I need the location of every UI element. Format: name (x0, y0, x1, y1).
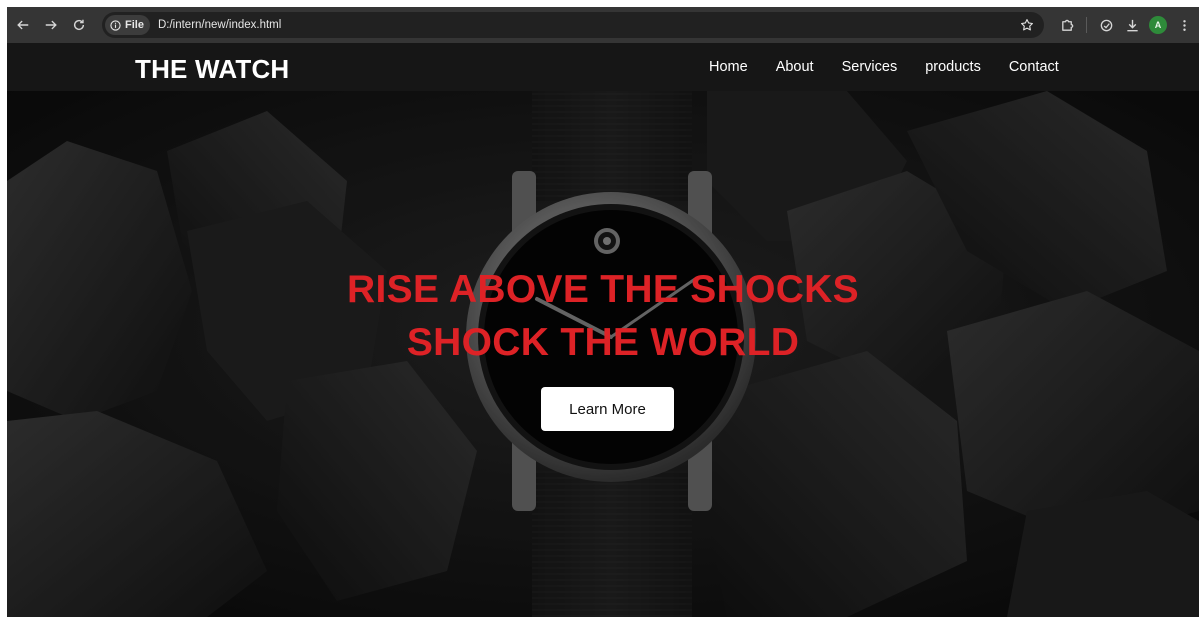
address-bar[interactable]: File D:/intern/new/index.html (102, 12, 1044, 38)
main-nav: Home About Services products Contact (709, 43, 1087, 91)
toolbar-divider (1086, 17, 1087, 33)
reload-button[interactable] (65, 11, 93, 39)
download-icon (1126, 19, 1138, 31)
nav-link-contact[interactable]: Contact (1009, 59, 1059, 75)
toolbar-actions: A (1054, 7, 1199, 43)
site-logo[interactable]: THE WATCH (135, 54, 289, 85)
hero-section: RISE ABOVE THE SHOCKS SHOCK THE WORLD Le… (7, 91, 1199, 617)
nav-link-services[interactable]: Services (842, 59, 898, 75)
reload-icon (73, 19, 85, 31)
sync-icon (1100, 19, 1112, 31)
arrow-right-icon (45, 20, 57, 30)
extensions-button[interactable] (1054, 12, 1080, 38)
learn-more-button[interactable]: Learn More (541, 387, 674, 431)
star-icon (1021, 19, 1033, 31)
browser-menu-button[interactable] (1171, 12, 1197, 38)
browser-toolbar: File D:/intern/new/index.html A (7, 7, 1199, 43)
arrow-left-icon (17, 20, 29, 30)
puzzle-icon (1061, 19, 1073, 31)
hero-headline-line1: RISE ABOVE THE SHOCKS (347, 268, 859, 311)
profile-avatar: A (1149, 16, 1167, 34)
nav-link-home[interactable]: Home (709, 59, 748, 75)
bookmark-star-button[interactable] (1018, 16, 1036, 34)
site-info-chip[interactable]: File (105, 15, 150, 35)
site-header: THE WATCH Home About Services products C… (7, 43, 1199, 91)
profile-button[interactable]: A (1145, 12, 1171, 38)
nav-link-products[interactable]: products (925, 59, 981, 75)
url-text: D:/intern/new/index.html (157, 19, 282, 31)
sync-button[interactable] (1093, 12, 1119, 38)
back-button[interactable] (9, 11, 37, 39)
nav-link-about[interactable]: About (776, 59, 814, 75)
browser-window: File D:/intern/new/index.html A THE WATC… (7, 7, 1199, 617)
info-icon (110, 19, 121, 31)
site-chip-label: File (125, 19, 144, 31)
kebab-menu-icon (1182, 19, 1186, 31)
downloads-button[interactable] (1119, 12, 1145, 38)
forward-button[interactable] (37, 11, 65, 39)
hero-headline-line2: SHOCK THE WORLD (406, 321, 800, 364)
